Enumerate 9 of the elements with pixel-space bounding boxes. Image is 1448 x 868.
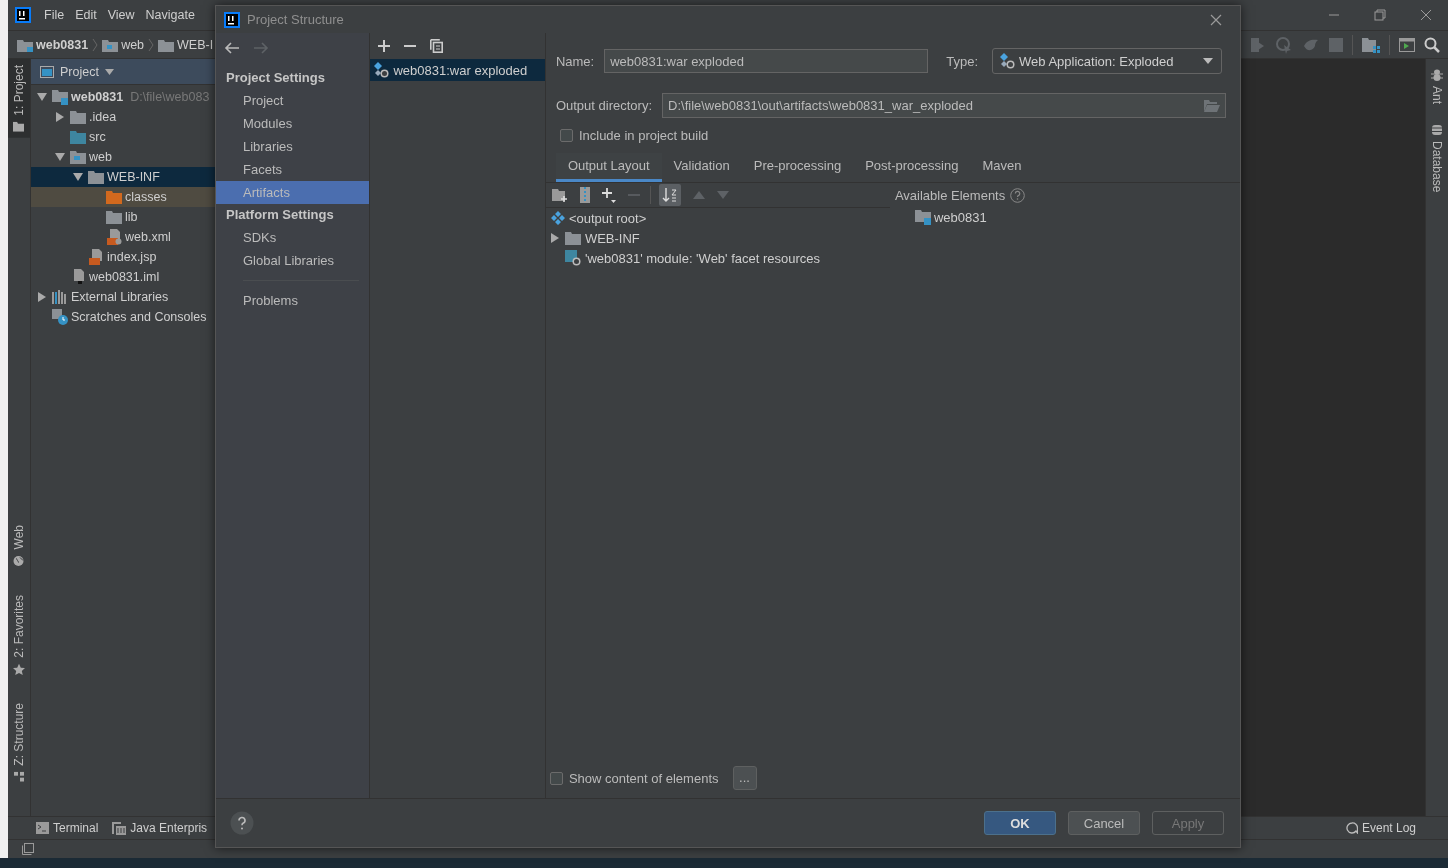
- panel-title: Available Elements: [894, 187, 1006, 203]
- field-label: Name:: [555, 53, 595, 69]
- field-label: Type:: [946, 53, 978, 69]
- field-label: Output directory:: [555, 98, 652, 113]
- section-heading: Project Settings: [225, 69, 326, 87]
- dialog-title: Project Structure: [247, 12, 344, 27]
- checkbox-label: Include in project build: [578, 128, 709, 143]
- section-heading: Platform Settings: [225, 206, 335, 224]
- checkbox-label: Show content of elements: [568, 770, 719, 786]
